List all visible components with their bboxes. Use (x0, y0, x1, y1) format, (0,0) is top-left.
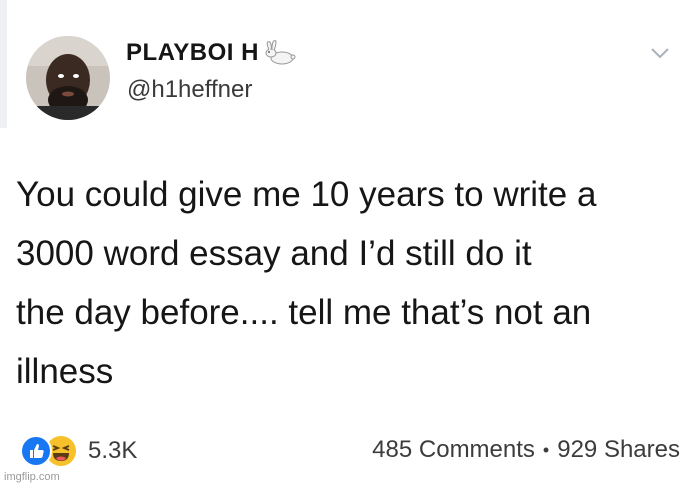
tweet-text: You could give me 10 years to write a 30… (16, 175, 597, 391)
separator-dot: • (542, 439, 550, 460)
avatar-image (26, 36, 110, 120)
display-name-text: PLAYBOI H (126, 39, 259, 66)
left-edge-strip (0, 0, 7, 128)
like-icon (20, 435, 52, 467)
display-name[interactable]: PLAYBOI H (126, 38, 297, 68)
user-handle[interactable]: @h1heffner (127, 76, 252, 104)
reaction-summary[interactable]: 5.3K (20, 434, 137, 468)
chevron-down-icon[interactable] (650, 46, 670, 60)
avatar[interactable] (26, 36, 110, 120)
watermark: imgflip.com (4, 471, 60, 483)
reaction-count: 5.3K (88, 437, 138, 464)
comments-count[interactable]: 485 Comments (372, 436, 535, 464)
rabbit-icon (265, 40, 296, 65)
shares-count[interactable]: 929 Shares (557, 436, 680, 464)
post-stats: 485 Comments • 929 Shares (372, 436, 680, 464)
